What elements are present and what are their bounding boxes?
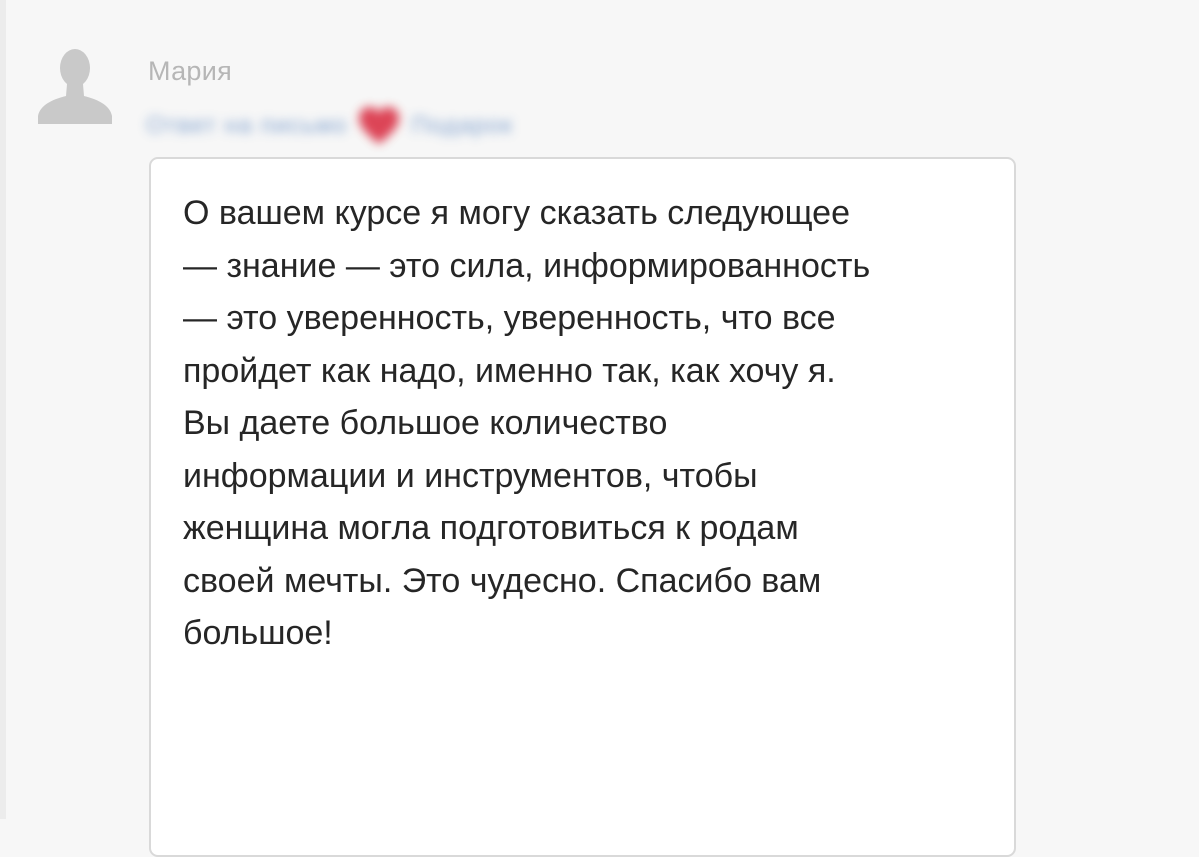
comment-subject-blurred: Ответ на письмо Подарок (146, 106, 513, 146)
user-avatar-icon[interactable] (36, 44, 114, 124)
heart-icon (357, 106, 401, 146)
page-left-border (0, 0, 6, 819)
subject-text-part-1: Ответ на письмо (146, 112, 348, 139)
comment-author-name[interactable]: Мария (148, 56, 232, 87)
subject-text-part-2: Подарок (411, 112, 513, 139)
comment-message-text: О вашем курсе я могу сказать следующее —… (183, 194, 871, 652)
comment-message-card: О вашем курсе я могу сказать следующее —… (149, 157, 1016, 857)
